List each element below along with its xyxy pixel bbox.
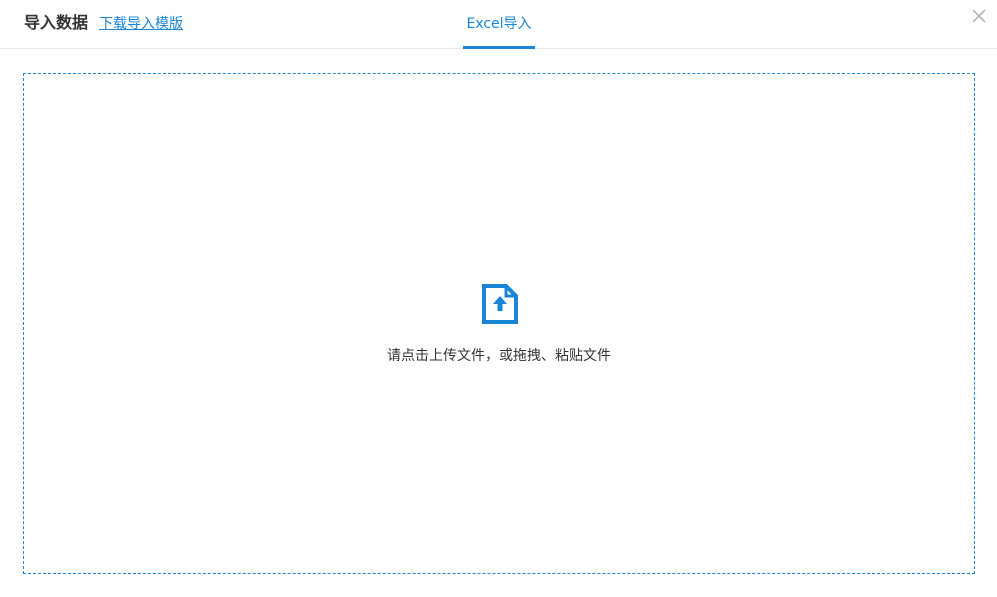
file-upload-icon bbox=[482, 284, 518, 324]
file-drop-zone[interactable]: 请点击上传文件，或拖拽、粘贴文件 bbox=[23, 73, 975, 574]
close-icon bbox=[972, 9, 986, 23]
download-template-link[interactable]: 下载导入模版 bbox=[99, 14, 183, 34]
close-button[interactable] bbox=[970, 7, 988, 25]
dialog-header: 导入数据 下载导入模版 Excel导入 bbox=[0, 0, 997, 49]
tab-excel-import[interactable]: Excel导入 bbox=[463, 0, 535, 49]
dialog-title: 导入数据 bbox=[24, 13, 89, 32]
import-data-dialog: 导入数据 下载导入模版 Excel导入 请点击上传文件，或拖拽、粘贴文件 bbox=[0, 0, 997, 597]
upload-hint-text: 请点击上传文件，或拖拽、粘贴文件 bbox=[387, 348, 611, 364]
